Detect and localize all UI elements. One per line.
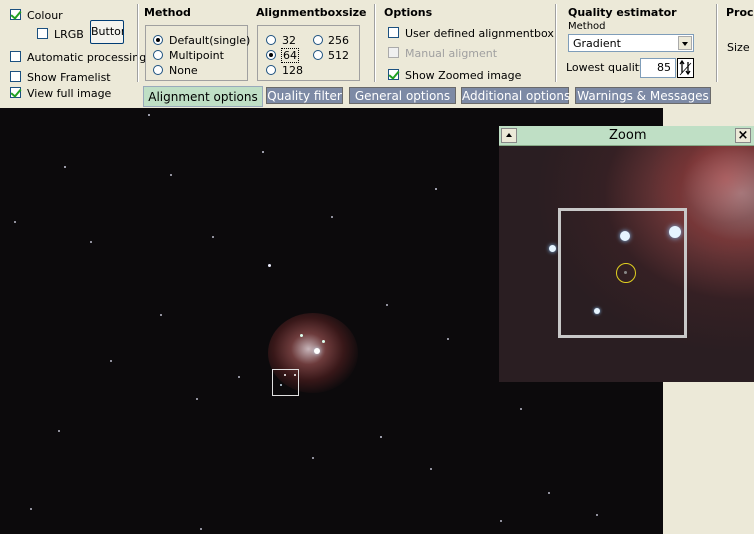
star — [312, 457, 314, 459]
star — [14, 221, 16, 223]
star — [322, 340, 325, 343]
star — [331, 216, 333, 218]
automatic-processing-label: Automatic processing — [27, 51, 147, 64]
tab-general-options[interactable]: General options — [349, 87, 456, 104]
up-triangle-icon[interactable] — [501, 128, 517, 143]
manual-aligment-checkbox[interactable] — [388, 47, 399, 58]
zoom-image — [499, 146, 754, 382]
separator — [137, 4, 139, 82]
chevron-down-icon[interactable] — [678, 36, 692, 50]
star — [380, 436, 382, 438]
zoom-title: Zoom — [609, 128, 647, 143]
star — [284, 374, 286, 376]
tab-additional-options[interactable]: Additional options — [461, 87, 570, 104]
method-radio-default[interactable] — [153, 35, 163, 45]
target-circle — [616, 263, 636, 283]
star — [170, 174, 172, 176]
boxsize-radio-256[interactable] — [313, 35, 323, 45]
boxsize-radio-512[interactable] — [313, 50, 323, 60]
boxsize-option-64: 64 — [281, 48, 299, 63]
star — [549, 245, 556, 252]
boxsize-radio-64[interactable] — [266, 50, 276, 60]
star — [64, 166, 66, 168]
colour-checkbox[interactable] — [10, 9, 21, 20]
star — [160, 314, 162, 316]
user-defined-alignmentbox-label: User defined alignmentbox — [405, 27, 554, 40]
star — [212, 236, 214, 238]
separator — [716, 4, 718, 82]
automatic-processing-checkbox[interactable] — [10, 51, 21, 62]
star — [548, 492, 550, 494]
nebula-core-star — [314, 348, 320, 354]
star — [620, 231, 630, 241]
star — [386, 304, 388, 306]
star — [669, 226, 681, 238]
star — [596, 514, 598, 516]
quality-method-select[interactable]: Gradient — [568, 34, 694, 52]
lowest-quality-label: Lowest quality — [566, 61, 646, 74]
method-option-none: None — [169, 64, 198, 77]
method-radio-none[interactable] — [153, 65, 163, 75]
boxsize-option-512: 512 — [328, 49, 349, 62]
star — [196, 398, 198, 400]
tab-alignment-options[interactable]: Alignment options — [143, 86, 263, 107]
star — [594, 308, 600, 314]
boxsize-radio-32[interactable] — [266, 35, 276, 45]
colour-label: Colour — [27, 9, 63, 22]
star — [110, 360, 112, 362]
lrgb-label: LRGB — [54, 28, 84, 41]
star — [500, 520, 502, 522]
zoom-title-bar[interactable]: Zoom × — [499, 126, 754, 146]
star — [520, 408, 522, 410]
close-icon[interactable]: × — [735, 128, 751, 143]
star — [294, 374, 296, 376]
show-zoomed-image-label: Show Zoomed image — [405, 69, 522, 82]
quality-method-value: Gradient — [573, 37, 621, 50]
method-option-multipoint: Multipoint — [169, 49, 224, 62]
zoom-window[interactable]: Zoom × — [499, 126, 754, 382]
show-framelist-checkbox[interactable] — [10, 71, 21, 82]
star — [238, 376, 240, 378]
star — [280, 384, 282, 386]
star — [200, 528, 202, 530]
boxsize-option-128: 128 — [282, 64, 303, 77]
star — [148, 114, 150, 116]
tab-warnings-messages[interactable]: Warnings & Messages — [575, 87, 711, 104]
star — [58, 430, 60, 432]
alignment-box[interactable] — [272, 369, 299, 396]
boxsize-radio-128[interactable] — [266, 65, 276, 75]
star — [300, 334, 303, 337]
star — [268, 264, 271, 267]
show-framelist-label: Show Framelist — [27, 71, 111, 84]
show-zoomed-image-checkbox[interactable] — [388, 69, 399, 80]
separator — [374, 4, 376, 82]
separator — [555, 4, 557, 82]
lowest-quality-input[interactable]: 85 — [640, 58, 676, 78]
quality-method-label: Method — [568, 21, 606, 32]
lrgb-checkbox[interactable] — [37, 28, 48, 39]
boxsize-option-32: 32 — [282, 34, 296, 47]
star — [430, 468, 432, 470]
view-full-image-checkbox[interactable] — [10, 87, 21, 98]
star — [447, 338, 449, 340]
view-full-image-label: View full image — [27, 87, 112, 100]
button1[interactable]: Button1 — [90, 20, 124, 44]
quality-estimator-title: Quality estimator — [568, 6, 677, 19]
options-title: Options — [384, 6, 433, 19]
method-radio-multipoint[interactable] — [153, 50, 163, 60]
processing-size-label: Size — [727, 41, 750, 54]
star — [435, 188, 437, 190]
method-option-default: Default(single) — [169, 34, 251, 47]
boxsize-option-256: 256 — [328, 34, 349, 47]
star — [262, 151, 264, 153]
method-title: Method — [144, 6, 191, 19]
alignmentboxsize-title: Alignmentboxsize — [256, 6, 367, 19]
spin-updown-icon[interactable] — [677, 58, 694, 78]
manual-aligment-label: Manual aligment — [405, 47, 498, 60]
user-defined-alignmentbox-checkbox[interactable] — [388, 27, 399, 38]
tab-quality-filter[interactable]: Quality filter — [266, 87, 343, 104]
star — [30, 508, 32, 510]
star — [90, 241, 92, 243]
processing-title: Proce — [726, 6, 754, 19]
